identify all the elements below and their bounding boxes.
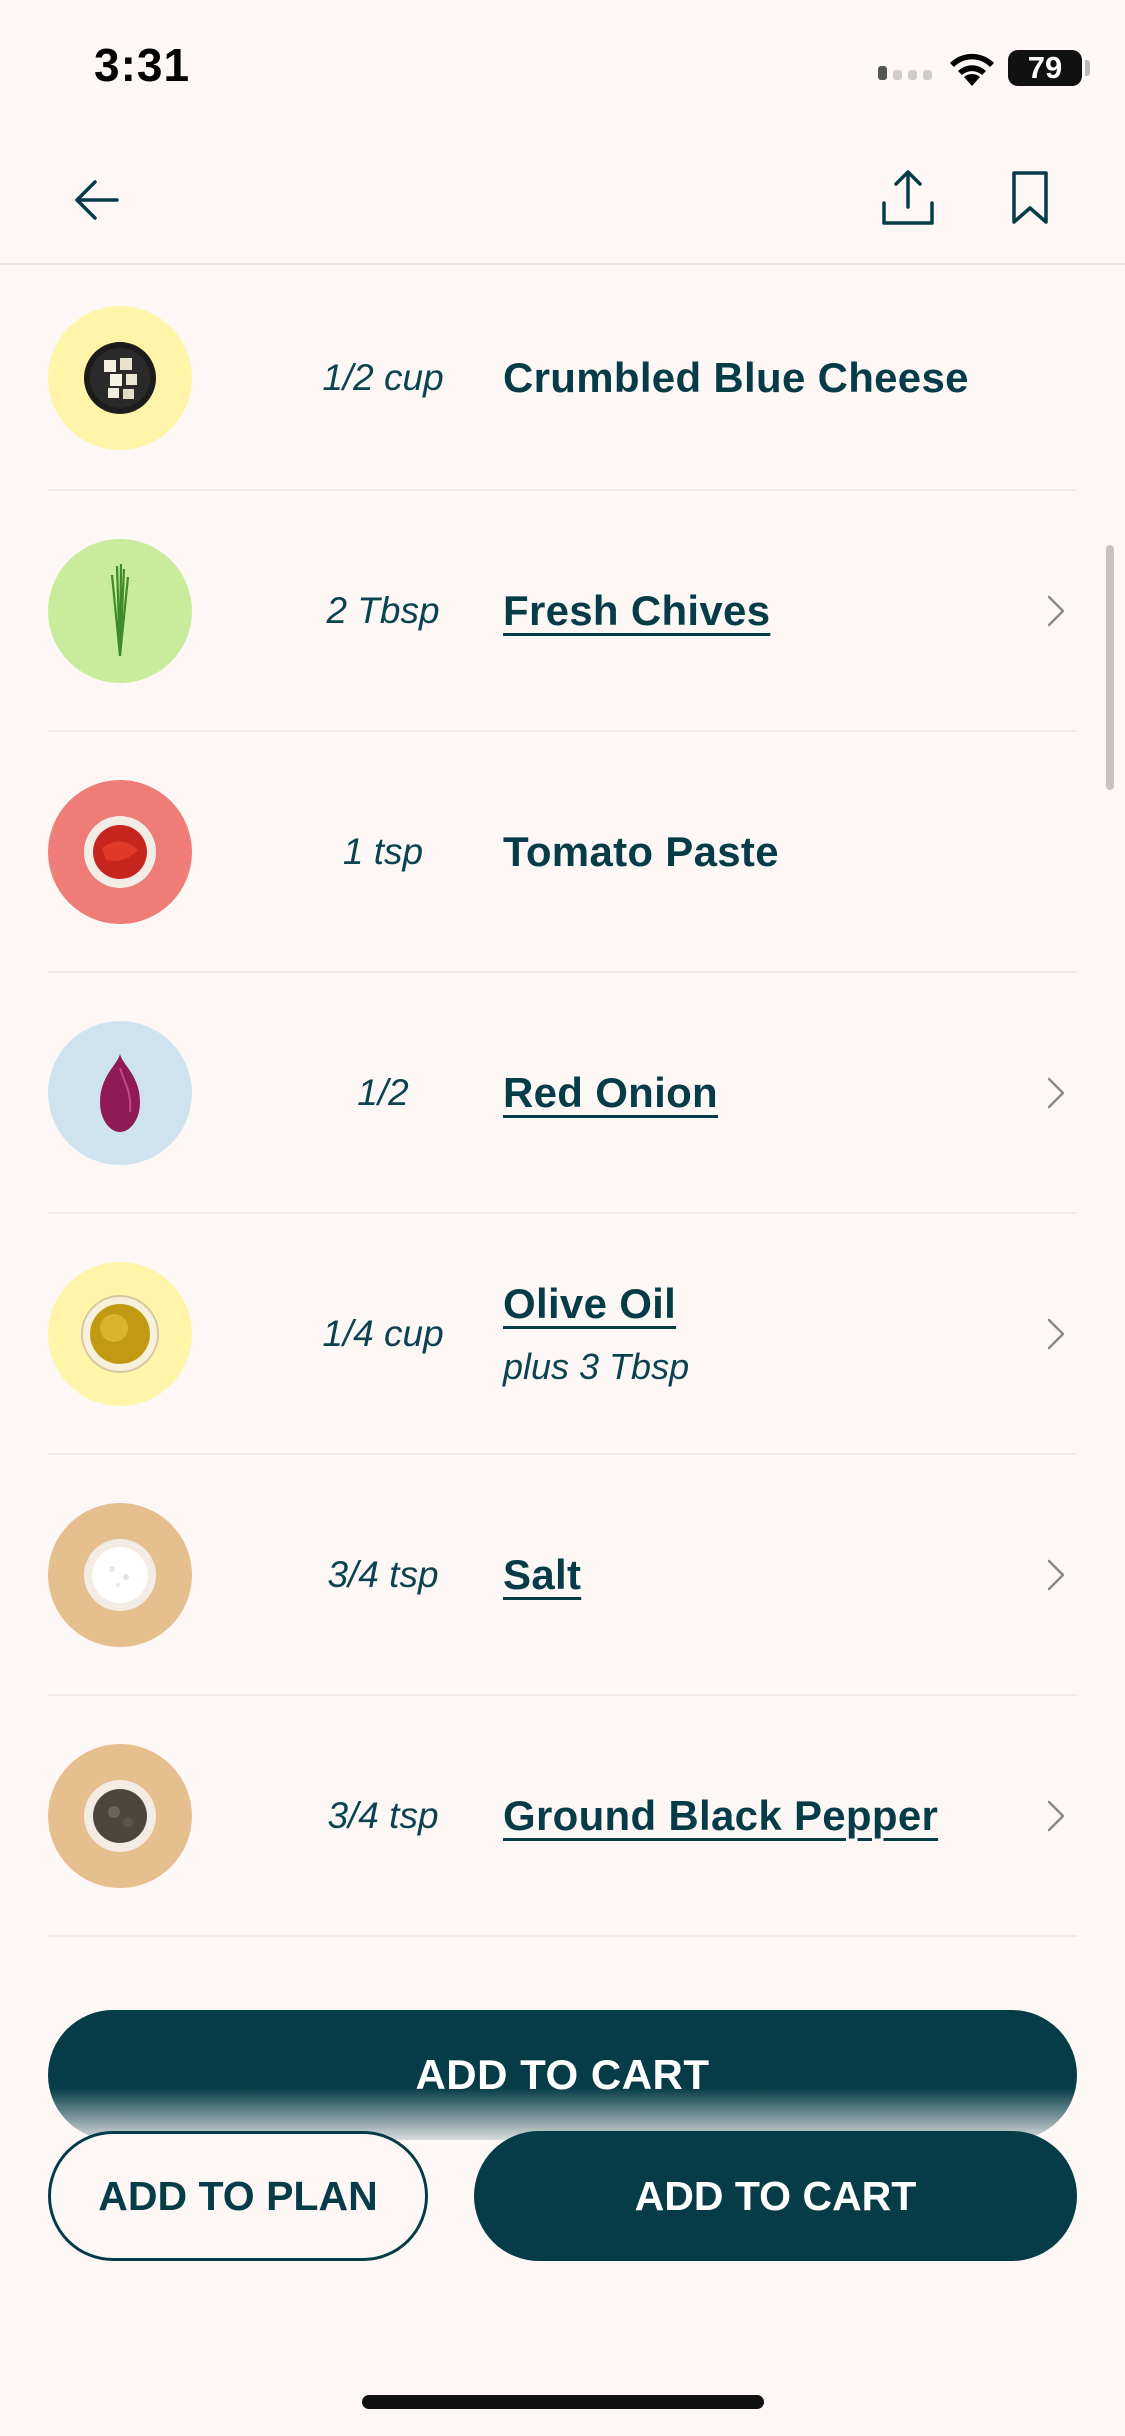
chevron-right-icon	[1047, 1077, 1065, 1108]
status-time: 3:31	[94, 39, 191, 91]
add-to-cart-button[interactable]: ADD TO CART	[474, 2131, 1077, 2261]
ingredient-row[interactable]: 3/4 tsp Salt	[48, 1455, 1077, 1696]
cellular-signal-icon	[878, 66, 932, 80]
chevron-right-icon	[1047, 1800, 1065, 1831]
ingredient-quantity: 3/4 tsp	[327, 1553, 439, 1595]
ingredient-name: Tomato Paste	[503, 827, 779, 875]
ingredient-quantity: 3/4 tsp	[327, 1794, 439, 1836]
ingredient-row: 1/2 cup Crumbled Blue Cheese	[48, 267, 1077, 491]
status-bar: 3:31 79	[0, 0, 1125, 140]
olive-oil-image	[48, 1261, 192, 1406]
share-icon	[882, 170, 934, 225]
scrollbar[interactable]	[1106, 545, 1114, 790]
blue-cheese-image	[48, 306, 192, 450]
ingredient-link[interactable]: Red Onion	[503, 1069, 718, 1117]
chevron-right-icon	[1047, 595, 1065, 626]
black-pepper-image	[48, 1743, 192, 1888]
ingredient-quantity: 2 Tbsp	[326, 589, 440, 631]
ingredient-row[interactable]: 1/2 Red Onion	[48, 973, 1077, 1214]
wifi-icon	[950, 53, 994, 86]
ingredient-row: 1 tsp Tomato Paste	[48, 732, 1077, 973]
home-indicator[interactable]	[362, 2395, 764, 2409]
chives-image	[48, 538, 192, 683]
arrow-left-icon	[75, 180, 119, 220]
ingredient-link[interactable]: Ground Black Pepper	[503, 1792, 938, 1840]
share-button[interactable]	[868, 158, 948, 238]
ingredient-name: Crumbled Blue Cheese	[503, 354, 969, 401]
ingredient-quantity: 1 tsp	[342, 830, 424, 872]
ingredient-row[interactable]: 3/4 tsp Ground Black Pepper	[48, 1696, 1077, 1937]
bookmark-button[interactable]	[990, 158, 1070, 238]
chevron-right-icon	[1047, 1318, 1065, 1349]
battery-icon: 79	[1008, 50, 1090, 86]
ingredient-link[interactable]: Salt	[503, 1551, 581, 1599]
battery-level: 79	[1027, 50, 1063, 85]
nav-bar	[0, 140, 1125, 265]
ingredient-link[interactable]: Olive Oil	[503, 1280, 689, 1328]
ingredient-row[interactable]: 1/4 cup Olive Oil plus 3 Tbsp	[48, 1214, 1077, 1455]
ingredient-row[interactable]: 2 Tbsp Fresh Chives	[48, 491, 1077, 732]
bookmark-icon	[1012, 171, 1048, 224]
ingredient-quantity: 1/4 cup	[322, 1312, 444, 1354]
add-to-cart-ghost-button: ADD TO CART	[48, 2010, 1077, 2140]
back-button[interactable]	[56, 160, 136, 240]
add-to-plan-button[interactable]: ADD TO PLAN	[48, 2131, 428, 2261]
ingredient-quantity: 1/2	[357, 1071, 409, 1113]
ingredient-note: plus 3 Tbsp	[503, 1345, 690, 1387]
ingredient-name-group: Olive Oil plus 3 Tbsp	[503, 1280, 689, 1388]
red-onion-image	[48, 1020, 192, 1165]
ingredient-link[interactable]: Fresh Chives	[503, 587, 770, 635]
chevron-right-icon	[1047, 1559, 1065, 1590]
ingredient-list: 1/2 cup Crumbled Blue Cheese 2 Tbsp Fres…	[0, 267, 1125, 1937]
salt-image	[48, 1502, 192, 1647]
ingredient-quantity: 1/2 cup	[322, 357, 444, 398]
tomato-paste-image	[48, 779, 192, 924]
